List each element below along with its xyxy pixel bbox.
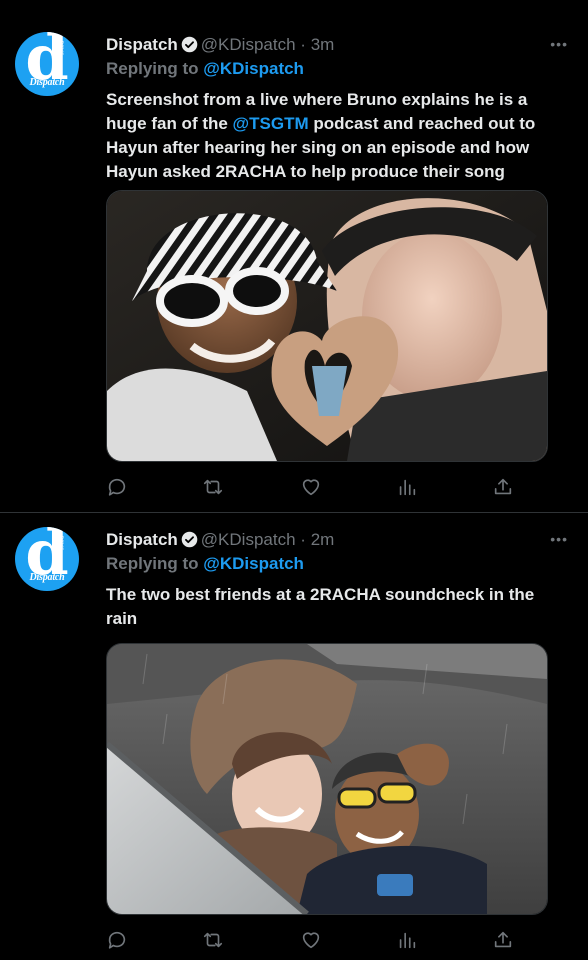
tweet-text: Screenshot from a live where Bruno expla… bbox=[106, 88, 566, 184]
avatar-logo-word: Dispatch bbox=[29, 572, 65, 583]
verified-badge-icon bbox=[181, 531, 198, 548]
replying-prefix: Replying to bbox=[106, 554, 199, 573]
tweet-text-part: The two best friends at a 2RACHA soundch… bbox=[106, 585, 535, 628]
more-options-button[interactable]: ••• bbox=[550, 531, 568, 547]
tweet[interactable]: d news Dispatch Dispatch @KDispatch · 3m … bbox=[0, 0, 588, 512]
author-name[interactable]: Dispatch bbox=[106, 530, 178, 549]
reply-icon bbox=[108, 478, 126, 496]
like-icon bbox=[302, 932, 320, 949]
replying-to-link[interactable]: @KDispatch bbox=[203, 554, 304, 573]
author-handle[interactable]: @KDispatch bbox=[201, 35, 296, 54]
share-icon bbox=[494, 478, 512, 495]
share-button[interactable] bbox=[492, 929, 516, 953]
analytics-button[interactable] bbox=[396, 929, 420, 953]
avatar[interactable]: d news Dispatch bbox=[15, 527, 79, 591]
reply-button[interactable] bbox=[106, 476, 130, 500]
more-options-button[interactable]: ••• bbox=[550, 36, 568, 52]
photo-bruno-and-hayun bbox=[107, 191, 547, 461]
replying-to: Replying to @KDispatch bbox=[106, 58, 304, 80]
header-separator: · bbox=[300, 35, 306, 54]
reply-button[interactable] bbox=[106, 929, 130, 953]
photo-friends-in-rain bbox=[107, 644, 547, 914]
author-handle[interactable]: @KDispatch bbox=[201, 530, 296, 549]
tweet-photo[interactable] bbox=[106, 643, 548, 915]
avatar-logo-tag: news bbox=[57, 40, 66, 56]
replying-to-link[interactable]: @KDispatch bbox=[203, 59, 304, 78]
author-name[interactable]: Dispatch bbox=[106, 35, 178, 54]
tweet[interactable]: d news Dispatch Dispatch @KDispatch · 2m … bbox=[0, 513, 588, 960]
tweet-header: Dispatch @KDispatch · 3m bbox=[106, 34, 334, 56]
like-icon bbox=[302, 479, 320, 496]
tweet-actions bbox=[106, 476, 516, 500]
mention-link[interactable]: @TSGTM bbox=[233, 114, 309, 133]
replying-prefix: Replying to bbox=[106, 59, 199, 78]
avatar-logo-tag: news bbox=[57, 535, 66, 551]
analytics-icon bbox=[399, 932, 416, 949]
reply-icon bbox=[108, 931, 126, 949]
retweet-button[interactable] bbox=[202, 929, 226, 953]
verified-badge-icon bbox=[181, 36, 198, 53]
avatar[interactable]: d news Dispatch bbox=[15, 32, 79, 96]
tweet-header: Dispatch @KDispatch · 2m bbox=[106, 529, 334, 551]
analytics-icon bbox=[399, 479, 416, 496]
share-button[interactable] bbox=[492, 476, 516, 500]
header-separator: · bbox=[300, 530, 306, 549]
avatar-logo-word: Dispatch bbox=[29, 77, 65, 88]
like-button[interactable] bbox=[300, 476, 324, 500]
tweet-time[interactable]: 3m bbox=[311, 35, 335, 54]
analytics-button[interactable] bbox=[396, 476, 420, 500]
retweet-icon bbox=[203, 479, 223, 495]
replying-to: Replying to @KDispatch bbox=[106, 553, 304, 575]
tweet-photo[interactable] bbox=[106, 190, 548, 462]
tweet-time[interactable]: 2m bbox=[311, 530, 335, 549]
share-icon bbox=[494, 931, 512, 948]
tweet-text: The two best friends at a 2RACHA soundch… bbox=[106, 583, 566, 631]
retweet-button[interactable] bbox=[202, 476, 226, 500]
retweet-icon bbox=[203, 932, 223, 948]
like-button[interactable] bbox=[300, 929, 324, 953]
tweet-actions bbox=[106, 929, 516, 953]
